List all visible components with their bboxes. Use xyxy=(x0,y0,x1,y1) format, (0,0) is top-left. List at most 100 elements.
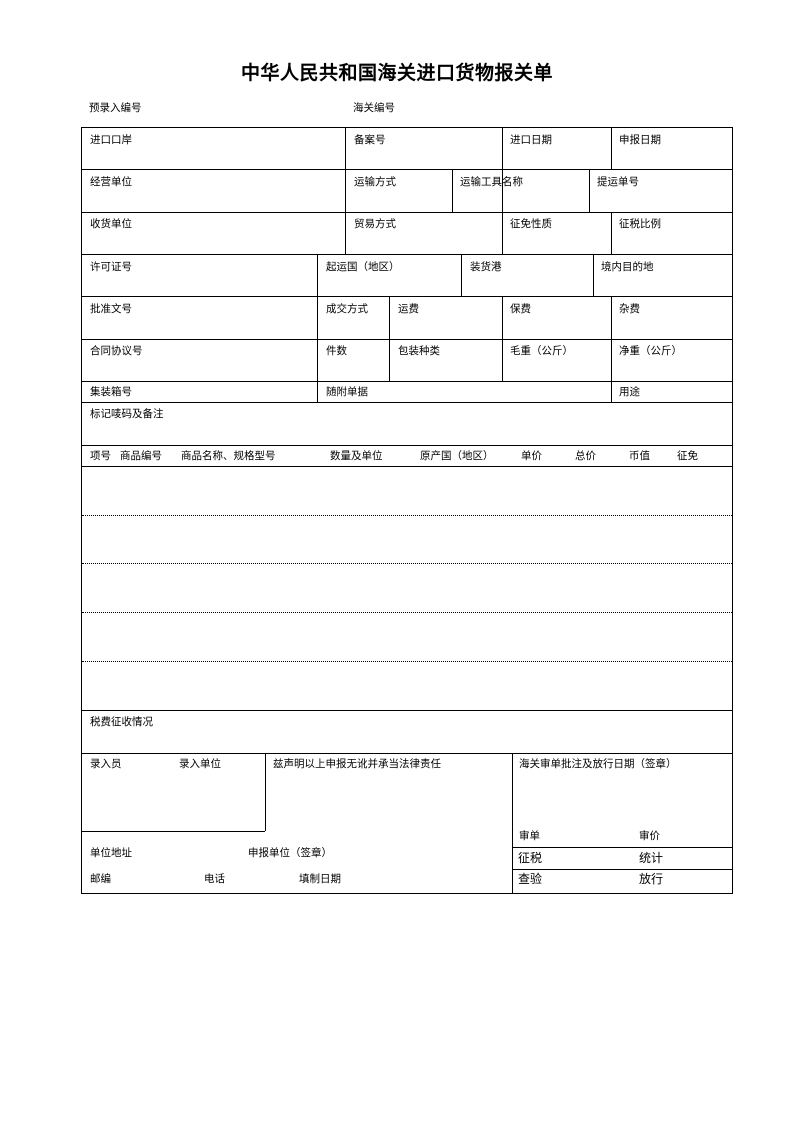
exemption-nature-label: 征免性质 xyxy=(510,218,552,230)
record-number-label: 备案号 xyxy=(354,134,386,146)
approval-number-field[interactable] xyxy=(82,315,317,339)
business-unit-field[interactable] xyxy=(82,188,345,212)
vehicle-name-label: 运输工具名称 xyxy=(460,176,523,188)
goods-header-origin: 原产国（地区） xyxy=(420,450,494,462)
package-type-label: 包装种类 xyxy=(398,345,440,357)
row-divider xyxy=(82,381,732,382)
levy-tax-label: 征税 xyxy=(518,851,543,865)
goods-row[interactable] xyxy=(82,467,732,515)
form-title: 中华人民共和国海关进口货物报关单 xyxy=(240,62,553,84)
row-divider xyxy=(82,169,732,170)
domestic-destination-label: 境内目的地 xyxy=(601,261,654,273)
row-divider xyxy=(82,710,732,711)
goods-header-name-spec: 商品名称、规格型号 xyxy=(181,450,276,462)
import-date-label: 进口日期 xyxy=(510,134,552,146)
net-weight-field[interactable] xyxy=(612,357,732,381)
loading-port-field[interactable] xyxy=(462,273,593,296)
unit-address-label: 单位地址 xyxy=(90,847,132,859)
release-label: 放行 xyxy=(639,872,664,886)
gross-weight-label: 毛重（公斤） xyxy=(510,345,573,357)
goods-header-hs-code: 商品编号 xyxy=(120,450,162,462)
marks-and-remarks-label: 标记唛码及备注 xyxy=(90,408,164,420)
statistics-label: 统计 xyxy=(639,851,664,865)
row-divider xyxy=(82,445,732,446)
declaration-form-table: 进口口岸 备案号 进口日期 申报日期 经营单位 运输方式 运输工具名称 提运单号… xyxy=(81,127,733,894)
trade-mode-field[interactable] xyxy=(346,230,502,254)
divider xyxy=(82,831,265,832)
approval-number-label: 批准文号 xyxy=(90,303,132,315)
misc-fees-field[interactable] xyxy=(612,315,732,339)
price-review-label: 审价 xyxy=(639,830,660,842)
entry-clerk-label: 录入员 xyxy=(90,758,122,770)
container-number-label: 集装箱号 xyxy=(90,386,132,398)
consignee-field[interactable] xyxy=(82,230,345,254)
origin-country-field[interactable] xyxy=(318,273,461,296)
gross-weight-field[interactable] xyxy=(503,357,611,381)
purpose-label: 用途 xyxy=(619,386,640,398)
divider xyxy=(512,847,732,848)
divider xyxy=(512,869,732,870)
bill-of-lading-label: 提运单号 xyxy=(597,176,639,188)
goods-header-quantity-unit: 数量及单位 xyxy=(330,450,383,462)
declaration-statement: 兹声明以上申报无讹并承当法律责任 xyxy=(273,758,441,770)
bill-of-lading-field[interactable] xyxy=(590,188,732,212)
transaction-mode-label: 成交方式 xyxy=(326,303,368,315)
exemption-nature-field[interactable] xyxy=(503,230,611,254)
pieces-field[interactable] xyxy=(318,357,389,381)
transaction-mode-field[interactable] xyxy=(318,315,389,339)
declaration-date-field[interactable] xyxy=(612,146,732,169)
net-weight-label: 净重（公斤） xyxy=(619,345,682,357)
contract-number-field[interactable] xyxy=(82,357,317,381)
consignee-label: 收货单位 xyxy=(90,218,132,230)
insurance-field[interactable] xyxy=(503,315,611,339)
tax-ratio-field[interactable] xyxy=(612,230,732,254)
postcode-label: 邮编 xyxy=(90,873,111,885)
marks-and-remarks-field[interactable] xyxy=(82,422,732,445)
goods-header-exemption: 征免 xyxy=(677,450,698,462)
goods-row[interactable] xyxy=(82,516,732,563)
goods-header-item-no: 项号 xyxy=(90,450,111,462)
import-port-field[interactable] xyxy=(82,146,345,169)
freight-label: 运费 xyxy=(398,303,419,315)
freight-field[interactable] xyxy=(390,315,502,339)
review-label: 审单 xyxy=(519,830,540,842)
package-type-field[interactable] xyxy=(390,357,502,381)
declaration-date-label: 申报日期 xyxy=(619,134,661,146)
row-divider xyxy=(82,296,732,297)
customs-number-label: 海关编号 xyxy=(353,102,395,114)
entry-unit-label: 录入单位 xyxy=(179,758,221,770)
attached-documents-label: 随附单据 xyxy=(326,386,368,398)
goods-header-total-price: 总价 xyxy=(575,450,596,462)
domestic-destination-field[interactable] xyxy=(594,273,732,296)
goods-row[interactable] xyxy=(82,564,732,612)
vehicle-name-field[interactable] xyxy=(453,188,589,212)
record-number-field[interactable] xyxy=(346,146,502,169)
import-port-label: 进口口岸 xyxy=(90,134,132,146)
pre-entry-number-label: 预录入编号 xyxy=(89,102,142,114)
tax-collection-label: 税费征收情况 xyxy=(90,716,153,728)
loading-port-label: 装货港 xyxy=(470,261,502,273)
transport-mode-field[interactable] xyxy=(346,188,452,212)
misc-fees-label: 杂费 xyxy=(619,303,640,315)
goods-header-currency: 币值 xyxy=(629,450,650,462)
tax-ratio-label: 征税比例 xyxy=(619,218,661,230)
insurance-label: 保费 xyxy=(510,303,531,315)
license-number-label: 许可证号 xyxy=(90,261,132,273)
trade-mode-label: 贸易方式 xyxy=(354,218,396,230)
pieces-label: 件数 xyxy=(326,345,347,357)
row-divider xyxy=(82,753,732,754)
business-unit-label: 经营单位 xyxy=(90,176,132,188)
goods-row[interactable] xyxy=(82,613,732,661)
license-number-field[interactable] xyxy=(82,273,317,296)
fill-date-label: 填制日期 xyxy=(299,873,341,885)
row-divider xyxy=(82,402,732,403)
col-divider xyxy=(512,753,513,893)
import-date-field[interactable] xyxy=(503,146,611,169)
goods-row[interactable] xyxy=(82,662,732,710)
tax-collection-field[interactable] xyxy=(82,730,732,753)
transport-mode-label: 运输方式 xyxy=(354,176,396,188)
row-divider xyxy=(82,339,732,340)
origin-country-label: 起运国（地区） xyxy=(326,261,400,273)
phone-label: 电话 xyxy=(204,873,225,885)
inspection-label: 查验 xyxy=(518,872,543,886)
